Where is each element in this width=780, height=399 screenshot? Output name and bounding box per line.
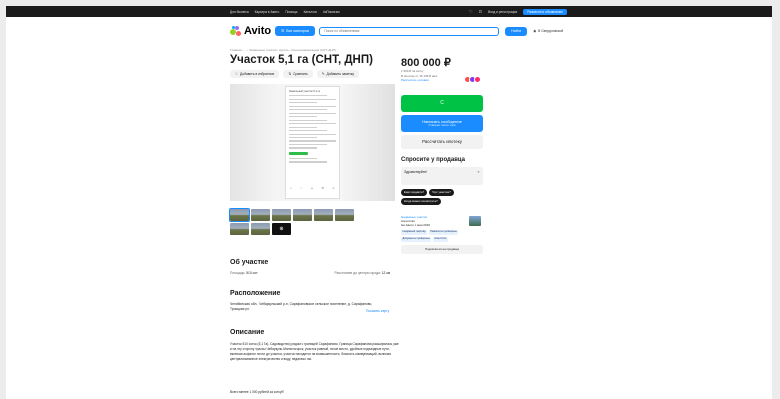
area-row: Площадь: 510 сот.	[230, 271, 259, 275]
compare-label: Сравнить	[293, 72, 308, 76]
thumbnail[interactable]	[293, 209, 312, 221]
favorite-label: Добавить в избранное	[239, 72, 275, 76]
region-selector[interactable]: ◉ В Свердловской	[533, 29, 563, 33]
address-text: Челябинская обл., Чебаркульский р-н, Сар…	[230, 302, 373, 311]
search-row: Avito ☰ Все категории Поиск по объявлени…	[230, 25, 563, 37]
photo-gallery[interactable]: Земельный участок 5,1 га ⌂ ♡ ＋ ✉ ☺	[230, 84, 395, 201]
login-link[interactable]: Вход и регистрация	[488, 10, 517, 14]
logo-text: Avito	[244, 25, 272, 37]
cart-icon[interactable]: ⊡	[479, 9, 482, 14]
seller-avatar[interactable]	[469, 215, 481, 226]
bank-badges	[464, 76, 481, 83]
quick-questions: Ещё продаёте? Торг уместен? Когда можно …	[401, 188, 483, 205]
topbar-link-help-tag[interactable]: #яПомогаю	[323, 10, 340, 14]
thumbnail[interactable]	[335, 209, 354, 221]
add-note-button[interactable]: ✎ Добавить заметку	[316, 70, 360, 78]
chip-when-view[interactable]: Когда можно посмотреть?	[401, 197, 441, 205]
heart-icon[interactable]: ♡	[469, 9, 473, 14]
page-title: Участок 5,1 га (СНТ, ДНП)	[230, 54, 373, 66]
add-favorite-button[interactable]: ♡ Добавить в избранное	[230, 70, 280, 78]
seller-card: Надёжные участки Агентство На Авито с ма…	[401, 215, 483, 254]
compare-icon: ⇅	[288, 72, 292, 76]
gallery-blur-left	[230, 84, 280, 201]
thumbnail[interactable]	[251, 209, 270, 221]
location-heading: Расположение	[230, 290, 281, 297]
avito-logo[interactable]: Avito	[230, 25, 271, 37]
region-label: В Свердловской	[538, 29, 564, 33]
top-bar: Для бизнеса Карьера в Авито Помощь Катал…	[6, 6, 772, 17]
post-ad-button[interactable]: Разместить объявление	[523, 8, 567, 15]
chip-bargain[interactable]: Торг уместен?	[429, 188, 454, 196]
compare-button[interactable]: ⇅ Сравнить	[283, 70, 313, 78]
seller-tags: Надёжный партнёр Реквизиты проверены Док…	[401, 229, 483, 243]
thumbnail[interactable]	[314, 209, 333, 221]
main-photo: Земельный участок 5,1 га ⌂ ♡ ＋ ✉ ☺	[285, 86, 340, 199]
topbar-link-business[interactable]: Для бизнеса	[230, 10, 249, 14]
show-map-link[interactable]: Показать карту	[366, 309, 389, 313]
tag: Документы проверены	[401, 236, 432, 243]
note-label: Добавить заметку	[326, 72, 355, 76]
topbar-link-career[interactable]: Карьера в Авито	[255, 10, 280, 14]
send-icon[interactable]: ➤	[477, 170, 480, 182]
description-extra: Всего менее 1 000 рублей за сотку!!!	[230, 390, 285, 394]
calc-mortgage-button[interactable]: Рассчитать ипотеку	[401, 134, 483, 149]
thumbnail[interactable]	[272, 209, 291, 221]
menu-icon: ☰	[281, 29, 285, 33]
logo-dots-icon	[230, 26, 242, 36]
ask-seller-input[interactable]: Здравствуйте! ➤	[401, 166, 483, 185]
tag: Агентство	[432, 236, 448, 243]
about-details: Площадь: 510 сот. Расстояние до центра г…	[230, 271, 390, 275]
distance-row: Расстояние до центра города: 12 км	[334, 271, 390, 275]
about-heading: Об участке	[230, 259, 269, 266]
subscribe-button[interactable]: Подписаться на продавца	[401, 245, 483, 254]
topbar-link-catalogs[interactable]: Каталоги	[304, 10, 317, 14]
sidebar: 800 000 ₽ 1 569 ₽ за сотку В ипотеку от …	[401, 48, 483, 254]
search-input[interactable]: Поиск по объявлениям	[319, 26, 500, 36]
ask-seller-heading: Спросите у продавца	[401, 156, 465, 163]
search-placeholder: Поиск по объявлениям	[324, 29, 360, 33]
mortgage-link[interactable]: Рассчитать условия	[401, 78, 429, 82]
breadcrumb[interactable]: Главная › ... › Земельные участки › Купи…	[230, 48, 336, 52]
message-sub: Отвечает около часа	[428, 122, 456, 127]
note-icon: ✎	[321, 72, 325, 76]
thumbnail[interactable]	[230, 223, 249, 235]
tag: Реквизиты проверены	[428, 229, 459, 236]
listing-actions: ♡ Добавить в избранное ⇅ Сравнить ✎ Доба…	[230, 70, 360, 78]
find-button[interactable]: Найти	[505, 26, 528, 36]
chip-still-selling[interactable]: Ещё продаёте?	[401, 188, 428, 196]
write-message-button[interactable]: Написать сообщение Отвечает около часа	[401, 114, 483, 132]
gallery-blur-right	[340, 84, 395, 201]
more-photos-button[interactable]: ⊕	[272, 223, 291, 235]
show-phone-button[interactable]: С	[401, 94, 483, 112]
thumbnail-strip: ⊕	[229, 208, 354, 235]
all-categories-button[interactable]: ☰ Все категории	[275, 26, 316, 36]
categories-label: Все категории	[286, 29, 310, 33]
description-heading: Описание	[230, 329, 265, 336]
phone-nav-icons: ⌂ ♡ ＋ ✉ ☺	[290, 186, 335, 190]
price: 800 000 ₽	[401, 57, 451, 69]
thumbnail[interactable]	[229, 208, 250, 222]
description-text: Участок 510 соток (5,1 Га). Садоводство)…	[230, 342, 399, 361]
heart-icon: ♡	[235, 72, 238, 76]
thumbnail[interactable]	[251, 223, 270, 235]
phone-header-text: Земельный участок 5,1 га	[289, 90, 320, 93]
tag: Надёжный партнёр	[401, 229, 428, 236]
ask-text: Здравствуйте!	[404, 169, 428, 174]
page: Для бизнеса Карьера в Авито Помощь Катал…	[6, 6, 772, 399]
location-pin-icon: ◉	[533, 29, 537, 33]
topbar-link-help[interactable]: Помощь	[285, 10, 297, 14]
